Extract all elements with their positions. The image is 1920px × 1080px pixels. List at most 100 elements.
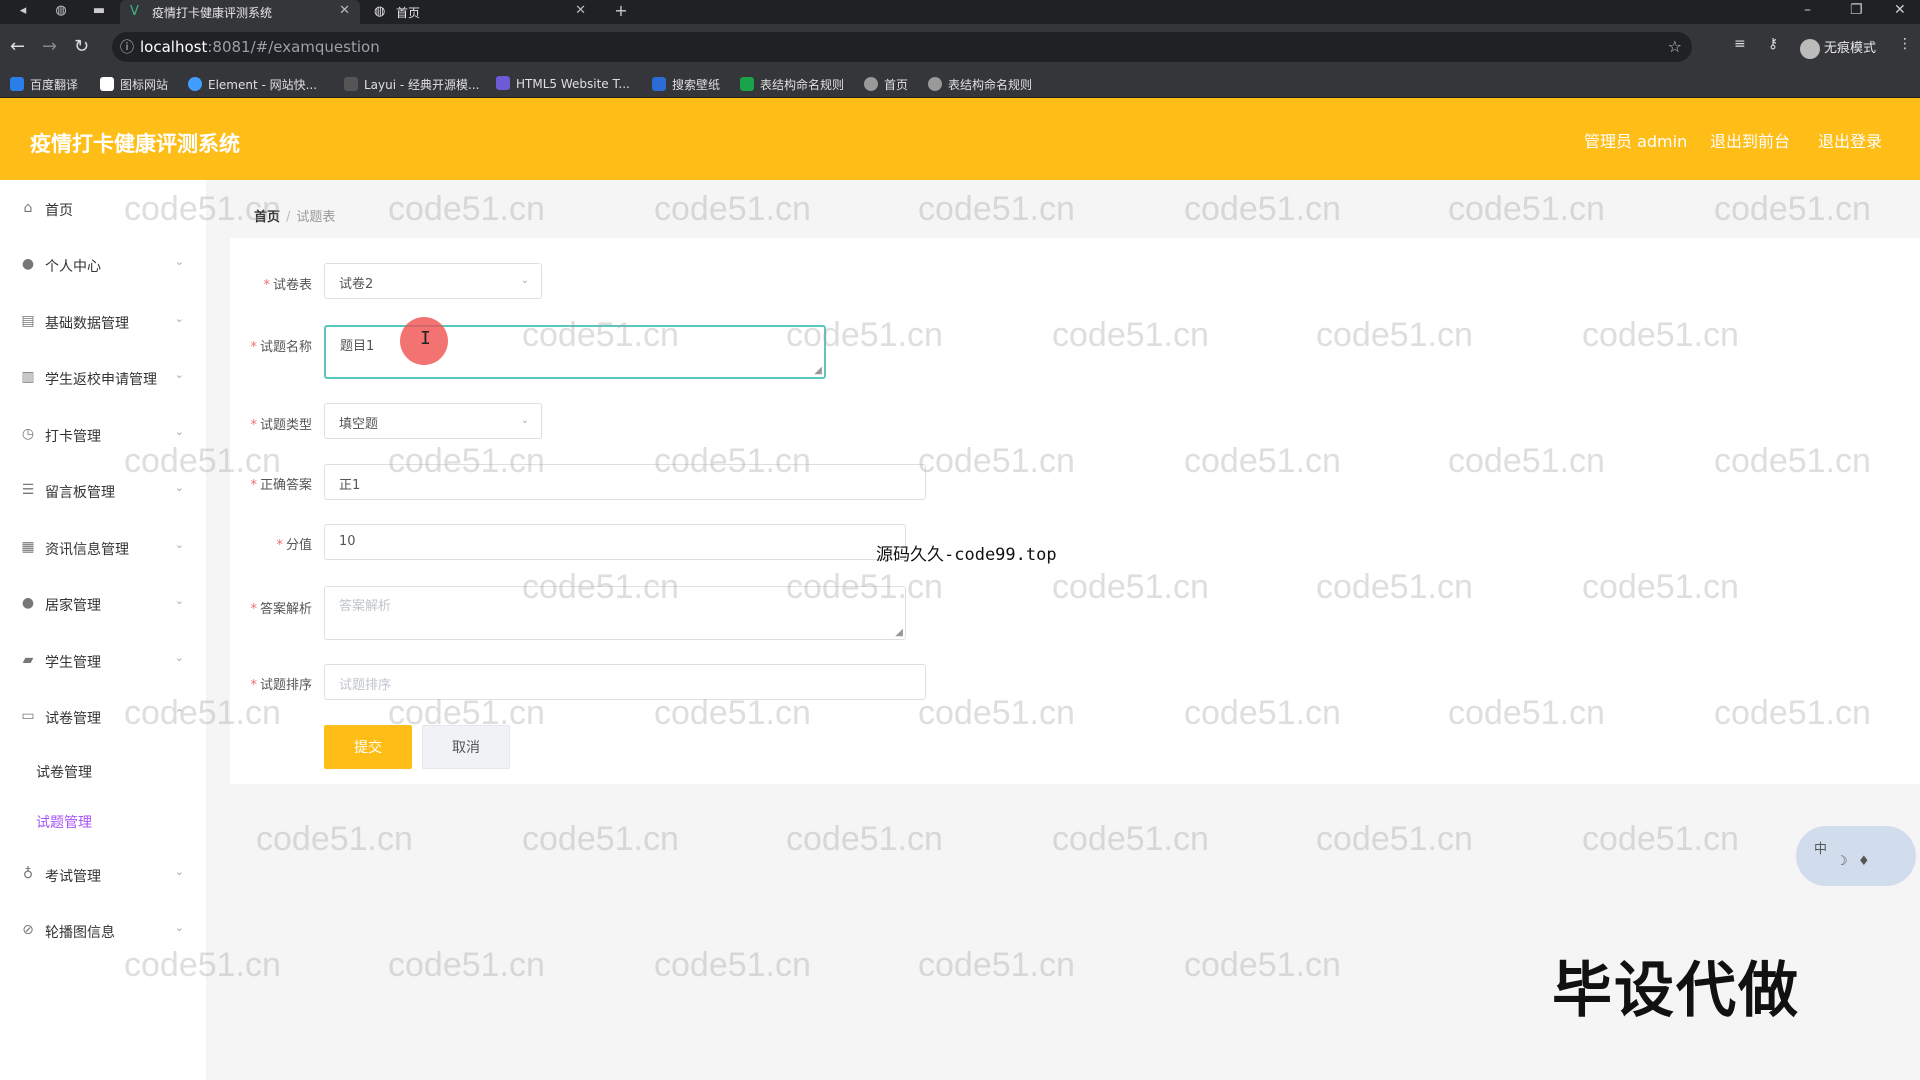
score-label: * 分值 [276,538,312,553]
forward-icon[interactable]: → [42,36,57,57]
breadcrumb: 首页 / 试题表 [254,206,335,225]
sidebar-subitem-questions[interactable]: 试题管理 [36,812,92,832]
chevron-down-icon: ⌄ [174,594,184,607]
layui-icon [344,77,358,91]
form-card [230,238,1920,784]
bookmark-item[interactable]: 图标网站 [100,76,168,93]
restore-icon[interactable]: ❐ [1850,2,1863,18]
sidebar: ⌂ 首页 ● 个人中心 ⌄ ▤ 基础数据管理 ⌄ ▥ 学生返校申请管理 ⌄ ◷ … [0,180,206,1080]
bookmark-item[interactable]: 百度翻译 [10,76,78,93]
key-icon[interactable]: ⚷ [1768,36,1778,52]
bookmark-icon [10,77,24,91]
close-icon[interactable]: ✕ [575,3,586,18]
globe-icon[interactable]: ◍ [52,3,70,18]
bookmark-item[interactable]: 表结构命名规则 [740,76,844,93]
sidebar-item-students[interactable]: ▰ 学生管理 ⌄ [0,640,206,684]
chevron-down-icon: ⌄ [520,415,529,426]
answer-input[interactable]: 正1 [324,464,926,500]
tab-home[interactable]: ◍ 首页 ✕ [364,0,596,24]
question-name-textarea[interactable]: 题目1 ◢ [324,325,826,379]
wallpaper-icon [652,77,666,91]
menu-icon[interactable]: ⋮ [1898,36,1912,52]
minimize-icon[interactable]: – [1804,2,1811,18]
chevron-down-icon: ⌄ [174,865,184,878]
sidebar-item-news[interactable]: ▦ 资讯信息管理 ⌄ [0,527,206,571]
incognito-badge[interactable]: 无痕模式 [1799,37,1876,59]
bar-chart-icon: ▥ [21,369,35,385]
bookmark-item[interactable]: 首页 [864,76,908,93]
globe-icon: ◍ [374,4,386,19]
submit-button[interactable]: 提交 [324,725,412,769]
chevron-down-icon: ⌄ [520,275,529,286]
skin-icon: ♦ [1858,854,1870,869]
sidebar-item-profile[interactable]: ● 个人中心 ⌄ [0,244,206,288]
question-name-label: * 试题名称 [250,340,312,355]
breadcrumb-home[interactable]: 首页 [254,210,280,225]
sidebar-item-return-apply[interactable]: ▥ 学生返校申请管理 ⌄ [0,357,206,401]
order-label: * 试题排序 [250,678,312,693]
logout-link[interactable]: 退出登录 [1818,128,1882,152]
user-icon: ● [21,256,35,272]
bookmark-item[interactable]: Element - 网站快... [188,76,317,93]
bookmark-item[interactable]: 表结构命名规则 [928,76,1032,93]
bookmark-item[interactable]: 搜索壁纸 [652,76,720,93]
tab-active[interactable]: V 疫情打卡健康评测系统 ✕ [120,0,360,24]
text-cursor-icon: I [420,328,431,349]
globe-icon [864,77,878,91]
chevron-up-icon: ⌃ [174,707,184,720]
speaker-icon[interactable]: ◂ [14,3,32,18]
star-icon[interactable]: ☆ [1668,37,1682,56]
resize-handle-icon[interactable]: ◢ [814,365,822,376]
ime-mode-label: 中 [1814,842,1828,857]
cancel-button[interactable]: 取消 [422,725,510,769]
sidebar-item-papers[interactable]: ▭ 试卷管理 ⌃ [0,696,206,740]
sidebar-item-home[interactable]: ⌂ 首页 [0,188,206,232]
sidebar-item-exams[interactable]: ♁ 考试管理 ⌄ [0,854,206,898]
bookmark-item[interactable]: HTML5 Website T... [496,76,630,91]
breadcrumb-current: 试题表 [296,210,336,225]
answer-label: * 正确答案 [250,478,312,493]
order-input[interactable]: 试题排序 [324,664,926,700]
news-icon: ▦ [21,539,35,555]
bookmark-item[interactable]: Layui - 经典开源模... [344,76,479,93]
paper-select[interactable]: 试卷2 ⌄ [324,263,542,299]
question-type-select[interactable]: 填空题 ⌄ [324,403,542,439]
sidebar-item-home-isolation[interactable]: ● 居家管理 ⌄ [0,583,206,627]
score-input[interactable]: 10 [324,524,906,560]
moon-icon: ☽ [1836,854,1848,869]
back-to-front-link[interactable]: 退出到前台 [1710,128,1790,152]
paper-icon: ▭ [21,708,35,724]
address-bar-row: ← → ↻ ⓘ localhost:8081/#/examquestion ☆ … [0,24,1920,70]
sheet-icon [740,77,754,91]
ime-widget[interactable]: 中 ☽ ♦ [1796,826,1916,886]
incognito-label: 无痕模式 [1823,41,1876,56]
element-icon [188,77,202,91]
app-title: 疫情打卡健康评测系统 [30,132,240,156]
info-icon[interactable]: ⓘ [120,37,134,57]
source-overlay-text: 源码久久-code99.top [876,545,1057,565]
reading-list-icon[interactable]: ≡ [1734,36,1746,52]
sidebar-item-message-board[interactable]: ☰ 留言板管理 ⌄ [0,470,206,514]
sidebar-item-carousel[interactable]: ⊘ 轮播图信息 ⌄ [0,910,206,954]
bookmarks-bar: 百度翻译 图标网站 Element - 网站快... Layui - 经典开源模… [0,70,1920,98]
window-close-icon[interactable]: ✕ [1894,2,1906,18]
mic-icon: ♁ [22,866,34,882]
person-icon: ● [21,595,35,611]
chevron-down-icon: ⌄ [174,312,184,325]
sidebar-item-basic-data[interactable]: ▤ 基础数据管理 ⌄ [0,301,206,345]
sidebar-subitem-papers[interactable]: 试卷管理 [36,762,92,782]
incognito-icon [1799,38,1820,59]
tab-title: 疫情打卡健康评测系统 [152,6,273,20]
reload-icon[interactable]: ↻ [74,36,89,57]
analysis-textarea[interactable]: 答案解析 ◢ [324,586,906,640]
sidebar-item-checkin[interactable]: ◷ 打卡管理 ⌄ [0,414,206,458]
close-icon[interactable]: ✕ [339,3,350,18]
new-tab-icon[interactable]: + [612,1,630,20]
back-icon[interactable]: ← [10,36,25,57]
chevron-down-icon: ⌄ [174,368,184,381]
window-icon[interactable]: ▬ [90,3,108,18]
url-input[interactable]: ⓘ localhost:8081/#/examquestion ☆ [112,32,1692,62]
globe-icon [928,77,942,91]
resize-handle-icon[interactable]: ◢ [895,627,903,638]
chevron-down-icon: ⌄ [174,255,184,268]
